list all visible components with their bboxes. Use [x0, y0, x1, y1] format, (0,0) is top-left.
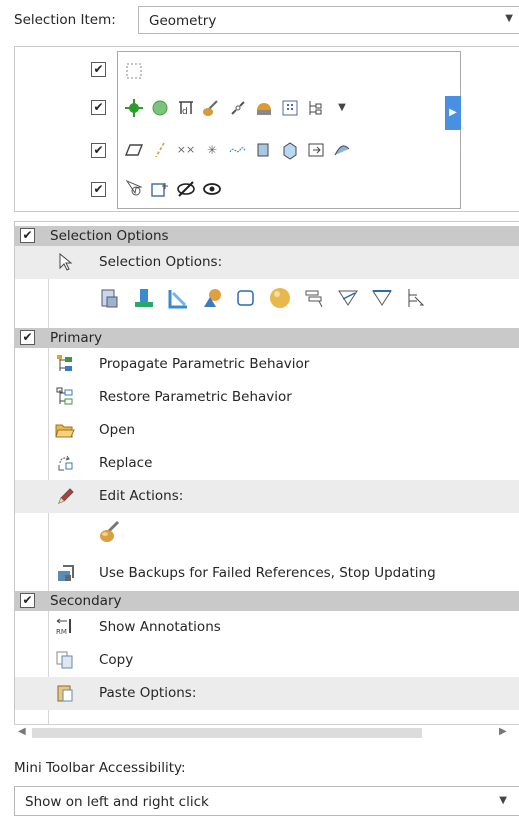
selection-options-subheader: Selection Options:	[15, 246, 519, 279]
menu-item-propagate[interactable]: Propagate Parametric Behavior	[15, 348, 519, 381]
dropdown-icon[interactable]: ▼	[332, 98, 352, 118]
arrow-right-icon[interactable]	[332, 140, 352, 160]
filter-annotation-icon[interactable]	[403, 285, 429, 311]
zoom-select-icon[interactable]	[124, 179, 144, 199]
sphere-green-icon[interactable]	[150, 98, 170, 118]
section-header-secondary[interactable]: ✔ Secondary	[15, 591, 519, 611]
point-target-icon[interactable]	[124, 98, 144, 118]
menu-item-open[interactable]: Open	[15, 414, 519, 447]
paste-icon	[54, 682, 76, 704]
filter-sphere-icon[interactable]	[267, 285, 293, 311]
show-icon[interactable]	[202, 179, 222, 199]
horizontal-scroll-thumb[interactable]	[32, 728, 422, 738]
selection-item-value: Geometry	[149, 13, 217, 29]
menu-item-copy[interactable]: Copy	[15, 644, 519, 677]
svg-text:d: d	[182, 107, 188, 117]
menu-item-replace[interactable]: Replace	[15, 447, 519, 480]
copy-icon	[54, 649, 76, 671]
grid-icon[interactable]	[280, 98, 300, 118]
export-icon[interactable]	[306, 140, 326, 160]
mini-toolbar-label: Mini Toolbar Accessibility:	[14, 760, 186, 776]
horizontal-scrollbar[interactable]: ◀ ▶	[14, 724, 519, 741]
hide-icon[interactable]	[176, 179, 196, 199]
filter-surface-icon[interactable]	[233, 285, 259, 311]
selection-item-label: Selection Item:	[14, 12, 116, 28]
coordinate-icon[interactable]: ××	[176, 140, 196, 160]
gallery-row-checkbox[interactable]: ✔	[91, 182, 106, 197]
section-header-primary[interactable]: ✔ Primary	[15, 328, 519, 348]
annotation-icon: RM	[54, 616, 76, 638]
mini-toolbar-dropdown[interactable]: Show on left and right click ▼	[14, 786, 519, 816]
gallery-row-checkbox[interactable]: ✔	[91, 62, 106, 77]
backup-icon	[54, 562, 76, 584]
edit-brush-icon[interactable]	[97, 519, 123, 545]
surface-icon[interactable]	[254, 140, 274, 160]
filter-body-icon[interactable]	[165, 285, 191, 311]
section-title: Primary	[50, 330, 103, 346]
scroll-left-icon[interactable]: ◀	[18, 726, 26, 737]
chain-icon[interactable]	[228, 98, 248, 118]
selection-filter-icon-strip	[97, 285, 429, 311]
edit-actions-subheader: Edit Actions:	[15, 480, 519, 513]
selection-item-dropdown[interactable]: Geometry ▼	[138, 6, 519, 34]
insert-icon[interactable]	[150, 179, 170, 199]
cube-icon[interactable]	[280, 140, 300, 160]
mini-toolbar-value: Show on left and right click	[25, 794, 209, 810]
replace-icon	[54, 452, 76, 474]
restore-icon	[54, 386, 76, 408]
folder-open-icon	[54, 419, 76, 441]
curve-icon[interactable]	[228, 140, 248, 160]
solid-icon[interactable]	[254, 98, 274, 118]
menu-item-restore[interactable]: Restore Parametric Behavior	[15, 381, 519, 414]
csys-icon[interactable]: ✳	[202, 140, 222, 160]
chevron-down-icon: ▼	[499, 795, 507, 806]
filter-geometry-icon[interactable]	[301, 285, 327, 311]
filter-edge-icon[interactable]	[335, 285, 361, 311]
filter-feature-icon[interactable]	[131, 285, 157, 311]
cursor-arrow-icon	[54, 251, 76, 273]
section-checkbox[interactable]: ✔	[20, 593, 35, 608]
dimension-icon[interactable]: d	[176, 98, 196, 118]
menu-item-use-backups[interactable]: Use Backups for Failed References, Stop …	[15, 557, 519, 590]
edit-actions-icon-strip	[97, 519, 123, 545]
brush-icon[interactable]	[202, 98, 222, 118]
chevron-down-icon: ▼	[505, 13, 513, 24]
menu-item-show-annotations[interactable]: RM Show Annotations	[15, 611, 519, 644]
icon-gallery: d ▼ ▶ ×× ✳	[117, 51, 461, 209]
axis-icon[interactable]	[150, 140, 170, 160]
section-title: Secondary	[50, 593, 122, 609]
gallery-scroll-right-button[interactable]: ▶	[445, 96, 461, 130]
section-checkbox[interactable]: ✔	[20, 330, 35, 345]
filter-vertex-icon[interactable]	[369, 285, 395, 311]
filter-component-icon[interactable]	[97, 285, 123, 311]
pencil-icon	[54, 485, 76, 507]
gallery-row-checkbox[interactable]: ✔	[91, 100, 106, 115]
dashed-box-select-icon[interactable]	[124, 61, 144, 81]
section-title: Selection Options	[50, 228, 169, 244]
section-checkbox[interactable]: ✔	[20, 228, 35, 243]
gallery-row-checkbox[interactable]: ✔	[91, 143, 106, 158]
scroll-right-icon[interactable]: ▶	[499, 726, 507, 737]
filter-quilt-icon[interactable]	[199, 285, 225, 311]
section-header-selection-options[interactable]: ✔ Selection Options	[15, 226, 519, 246]
tree-icon[interactable]	[306, 98, 326, 118]
plane-icon[interactable]	[124, 140, 144, 160]
propagate-icon	[54, 353, 76, 375]
context-menu-customization-list: ✔ Selection Options Selection Options: ✔…	[14, 221, 519, 741]
svg-text:RM: RM	[56, 628, 67, 636]
paste-options-subheader: Paste Options:	[15, 677, 519, 710]
